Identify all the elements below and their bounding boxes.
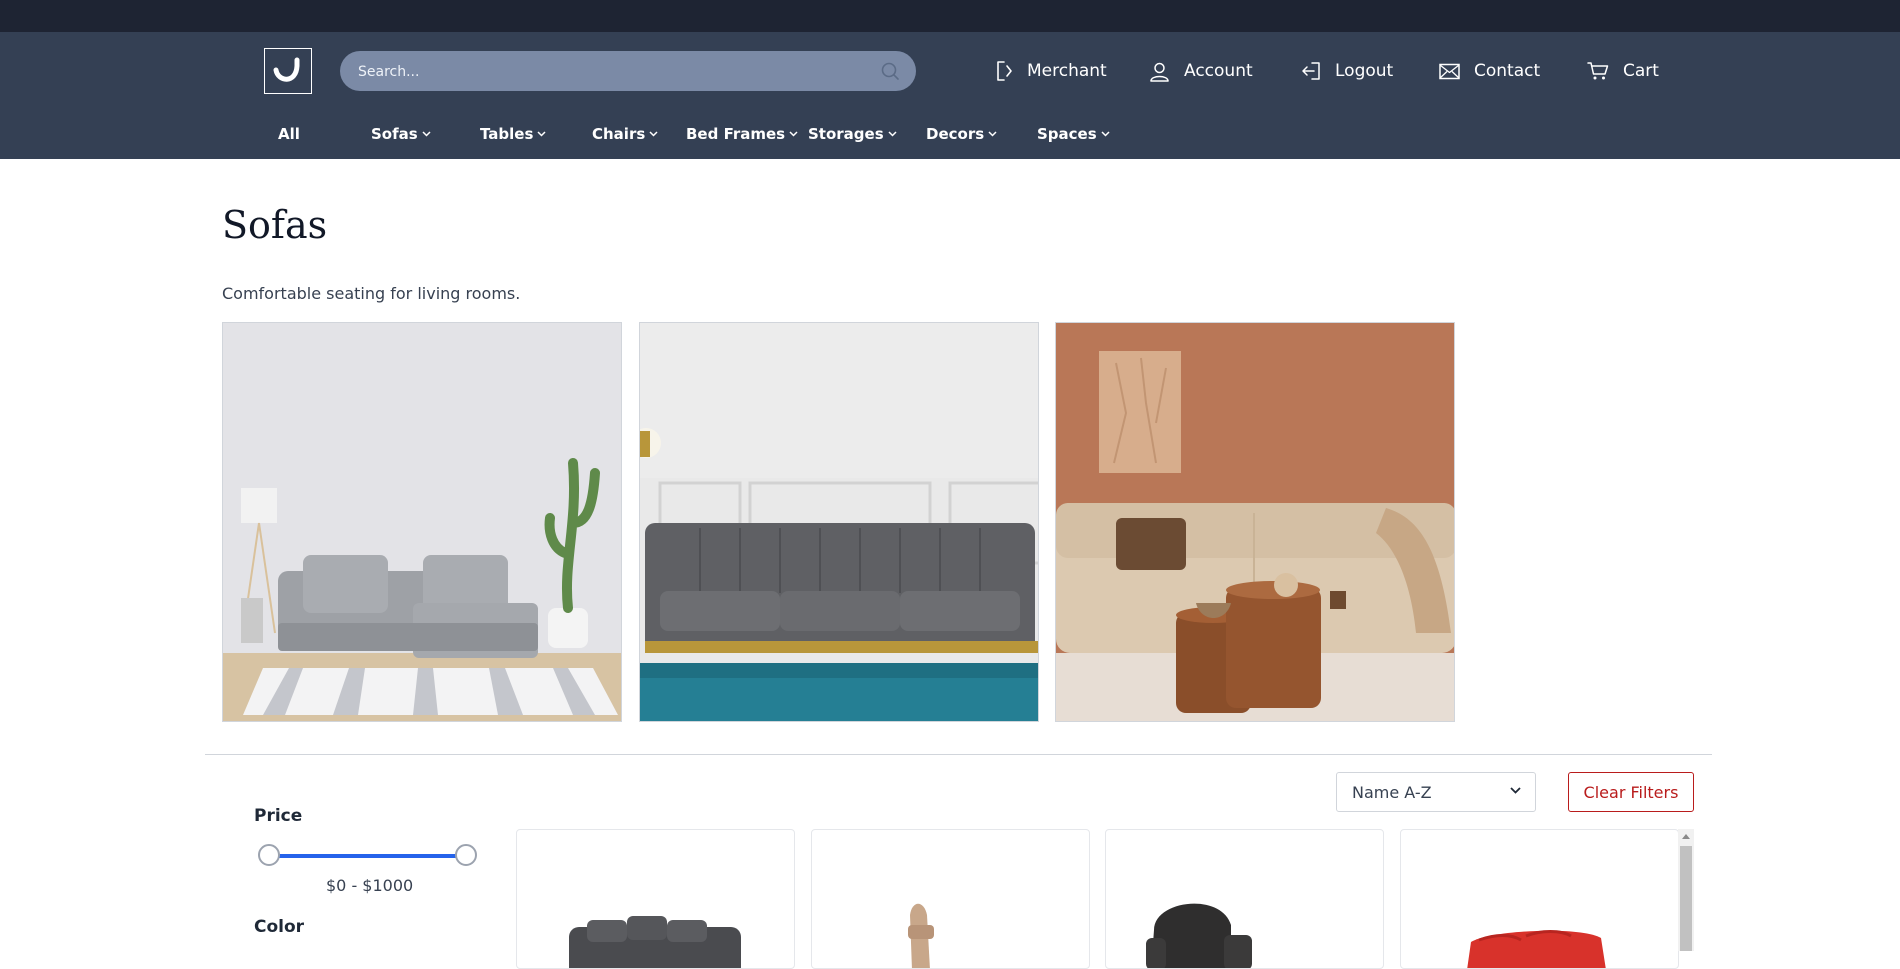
contact-link[interactable]: Contact [1439, 56, 1540, 86]
product-card[interactable] [811, 829, 1090, 969]
product-card[interactable] [1105, 829, 1384, 969]
merchant-link[interactable]: Merchant [995, 56, 1107, 86]
chevron-down-icon [1510, 787, 1521, 794]
logout-link[interactable]: Logout [1300, 56, 1393, 86]
beige-sofa-terracotta-image [1055, 322, 1455, 722]
product-card[interactable] [1400, 829, 1679, 969]
nav-spaces-label: Spaces [1037, 125, 1097, 143]
scroll-up-icon[interactable] [1681, 833, 1691, 840]
price-slider-track[interactable] [270, 854, 466, 858]
cart-link[interactable]: Cart [1587, 56, 1659, 86]
product-card[interactable] [516, 829, 795, 969]
nav-sofas[interactable]: Sofas [371, 124, 431, 144]
page-title: Sofas [222, 203, 328, 247]
chevron-down-icon [649, 131, 658, 137]
nav-chairs-label: Chairs [592, 125, 646, 143]
product-scrollbar-thumb[interactable] [1680, 846, 1692, 951]
clear-filters-button[interactable]: Clear Filters [1568, 772, 1694, 812]
nav-decors[interactable]: Decors [926, 124, 997, 144]
nav-all-label: All [278, 125, 300, 143]
user-icon [1150, 62, 1169, 82]
search-bar [340, 51, 916, 93]
mail-icon [1439, 63, 1460, 79]
office-chair-product-image [908, 903, 934, 968]
grey-sofa-room-image [222, 322, 622, 722]
nav-sofas-label: Sofas [371, 125, 418, 143]
nav-decors-label: Decors [926, 125, 985, 143]
site-logo[interactable] [264, 48, 312, 94]
chevron-down-icon [888, 131, 897, 137]
page-description: Comfortable seating for living rooms. [222, 284, 521, 303]
logout-label: Logout [1335, 61, 1394, 81]
nav-spaces[interactable]: Spaces [1037, 124, 1110, 144]
nav-bed-frames-label: Bed Frames [686, 125, 786, 143]
grey-sectional-product-image [569, 916, 741, 968]
sort-select[interactable]: Name A-Z [1336, 772, 1536, 812]
chevron-down-icon [537, 131, 546, 137]
logo-mark-icon [273, 57, 300, 82]
logout-icon [1302, 62, 1320, 80]
red-leather-sofa-product-image [1467, 930, 1606, 968]
search-icon[interactable] [880, 61, 900, 81]
sort-select-value: Name A-Z [1352, 782, 1432, 802]
nav-storages-label: Storages [808, 125, 884, 143]
section-divider [205, 754, 1712, 755]
chevron-down-icon [1101, 131, 1110, 137]
account-label: Account [1184, 61, 1253, 81]
price-max-handle[interactable] [455, 844, 477, 866]
cart-label: Cart [1623, 61, 1659, 81]
top-strip [0, 0, 1900, 32]
chevron-down-icon [988, 131, 997, 137]
merchant-icon [997, 61, 1012, 81]
nav-bed-frames[interactable]: Bed Frames [686, 124, 798, 144]
chevron-down-icon [422, 131, 431, 137]
nav-all[interactable]: All [278, 124, 300, 144]
nav-chairs[interactable]: Chairs [592, 124, 658, 144]
merchant-label: Merchant [1027, 61, 1107, 81]
nav-storages[interactable]: Storages [808, 124, 897, 144]
contact-label: Contact [1474, 61, 1541, 81]
search-input[interactable] [356, 51, 860, 93]
nav-tables[interactable]: Tables [480, 124, 546, 144]
leather-recliner-product-image [1146, 903, 1252, 968]
color-filter-label: Color [254, 917, 305, 937]
cart-icon [1587, 62, 1609, 80]
velvet-sofa-image [639, 322, 1039, 722]
price-filter-label: Price [254, 806, 303, 826]
price-min-handle[interactable] [258, 844, 280, 866]
price-range-text: $0 - $1000 [326, 876, 414, 895]
nav-tables-label: Tables [480, 125, 534, 143]
chevron-down-icon [789, 131, 798, 137]
account-link[interactable]: Account [1149, 56, 1253, 86]
